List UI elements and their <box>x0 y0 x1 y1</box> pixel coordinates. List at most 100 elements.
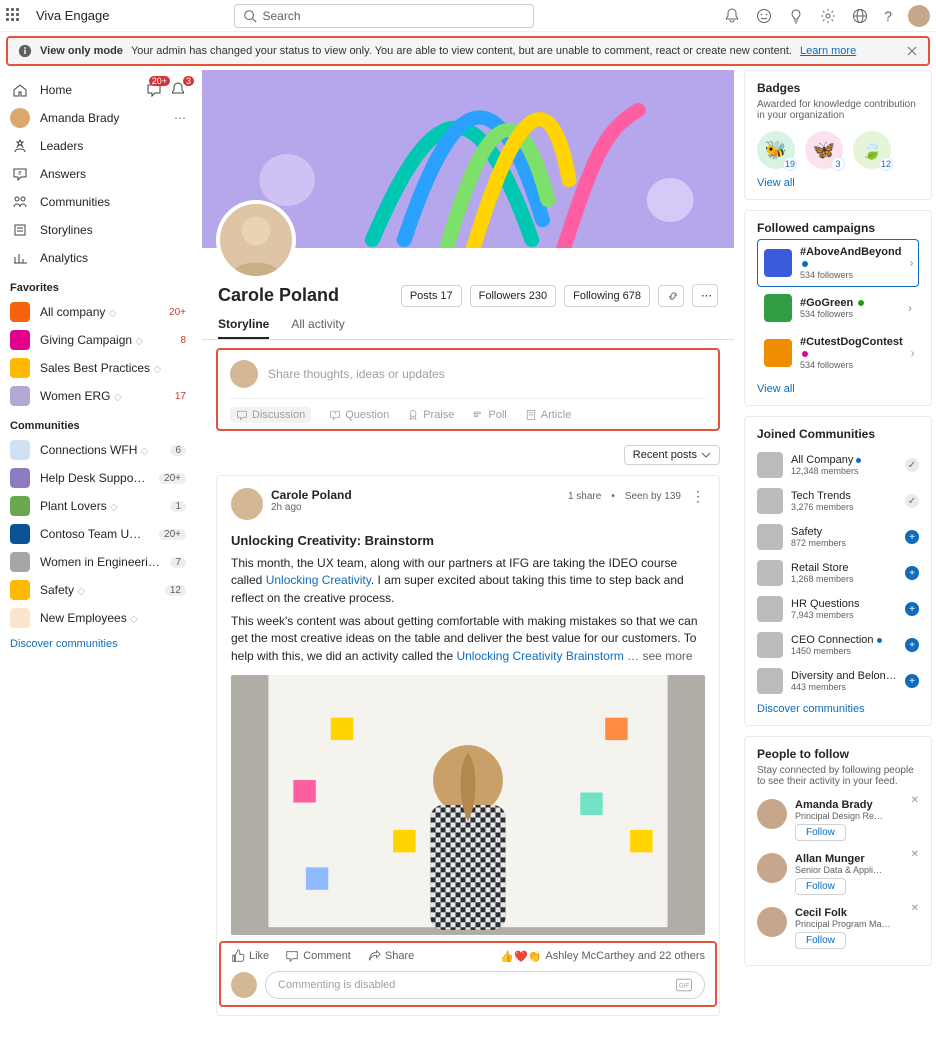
joined-community-item[interactable]: CEO Connection 1450 members+ <box>757 627 919 663</box>
banner-title: View only mode <box>40 45 123 57</box>
reaction-icons[interactable]: 👍❤️👏 <box>500 950 541 963</box>
notifications-icon[interactable]: 3 <box>170 82 186 98</box>
comment-avatar <box>231 972 257 998</box>
help-icon[interactable]: ? <box>884 8 892 24</box>
post-author[interactable]: Carole Poland <box>271 488 352 502</box>
joined-community-item[interactable]: Retail Store1,268 members+ <box>757 555 919 591</box>
campaign-item[interactable]: #GoGreen 534 followers› <box>757 287 919 329</box>
joined-community-item[interactable]: Tech Trends3,276 members✓ <box>757 483 919 519</box>
post-link-2[interactable]: Unlocking Creativity Brainstorm <box>456 649 623 663</box>
dismiss-person[interactable]: ✕ <box>911 903 919 914</box>
banner-text: Your admin has changed your status to vi… <box>131 45 792 57</box>
tab-storyline[interactable]: Storyline <box>218 317 269 339</box>
composer-type-discussion[interactable]: Discussion <box>230 407 311 423</box>
left-nav: Home 20+ 3 Amanda Brady ⋯ LeadersAnswers… <box>4 70 192 1020</box>
nav-storylines[interactable]: Storylines <box>4 216 192 244</box>
people-card: People to follow Stay connected by follo… <box>744 736 932 966</box>
bell-icon[interactable] <box>724 8 740 24</box>
user-avatar[interactable] <box>908 5 930 27</box>
discover-communities-link[interactable]: Discover communities <box>4 632 124 656</box>
app-title: Viva Engage <box>36 8 110 23</box>
post-link-1[interactable]: Unlocking Creativity <box>266 573 371 587</box>
sidebar-item[interactable]: Women ERG ◇17 <box>4 382 192 410</box>
campaign-item[interactable]: #CutestDogContest 534 followers› <box>757 329 919 377</box>
reactors-text[interactable]: Ashley McCarthey and 22 others <box>545 950 705 962</box>
gif-icon: GIF <box>676 978 692 992</box>
joined-discover[interactable]: Discover communities <box>757 703 865 715</box>
search-input[interactable]: Search <box>234 4 534 28</box>
inbox-icon[interactable]: 20+ <box>146 82 162 98</box>
sidebar-item[interactable]: Sales Best Practices ◇ <box>4 354 192 382</box>
sort-button[interactable]: Recent posts <box>624 445 720 465</box>
campaigns-viewall[interactable]: View all <box>757 383 795 395</box>
like-button[interactable]: Like <box>231 949 269 963</box>
joined-community-item[interactable]: Diversity and Belonging 443 members+ <box>757 663 919 699</box>
composer-placeholder[interactable]: Share thoughts, ideas or updates <box>268 367 445 381</box>
svg-text:?: ? <box>334 412 337 418</box>
nav-communities[interactable]: Communities <box>4 188 192 216</box>
nav-home[interactable]: Home 20+ 3 <box>4 76 192 104</box>
dismiss-person[interactable]: ✕ <box>911 795 919 806</box>
sidebar-item[interactable]: Women in Engineering ◇7 <box>4 548 192 576</box>
posts-count[interactable]: Posts 17 <box>401 285 462 307</box>
nav-user[interactable]: Amanda Brady ⋯ <box>4 104 192 132</box>
badges-sub: Awarded for knowledge contribution in yo… <box>757 99 919 121</box>
see-more[interactable]: … see more <box>624 649 693 663</box>
communities-header: Communities <box>4 410 192 436</box>
joined-community-item[interactable]: All Company 12,348 members✓ <box>757 447 919 483</box>
sidebar-item[interactable]: Help Desk Support ◇20+ <box>4 464 192 492</box>
right-rail: Badges Awarded for knowledge contributio… <box>744 70 932 1020</box>
badges-viewall[interactable]: View all <box>757 177 795 189</box>
follow-button[interactable]: Follow <box>795 932 846 949</box>
follow-button[interactable]: Follow <box>795 878 846 895</box>
profile-avatar[interactable] <box>216 200 296 280</box>
composer-type-article[interactable]: Article <box>525 407 572 423</box>
more-icon[interactable]: ⋯ <box>174 111 186 125</box>
joined-community-item[interactable]: Safety872 members+ <box>757 519 919 555</box>
emoji-icon[interactable] <box>756 8 772 24</box>
badge-3[interactable]: 🍃12 <box>853 131 891 169</box>
follow-button[interactable]: Follow <box>795 824 846 841</box>
composer-type-question[interactable]: ?Question <box>329 407 389 423</box>
settings-icon[interactable] <box>820 8 836 24</box>
composer-type-praise[interactable]: Praise <box>407 407 454 423</box>
sidebar-item[interactable]: Contoso Team UX (Desig… ◇20+ <box>4 520 192 548</box>
followers-count[interactable]: Followers 230 <box>470 285 556 307</box>
globe-icon[interactable] <box>852 8 868 24</box>
post-avatar[interactable] <box>231 488 263 520</box>
tab-all-activity[interactable]: All activity <box>291 317 344 339</box>
composer: Share thoughts, ideas or updates Discuss… <box>216 348 720 431</box>
badge-1[interactable]: 🐝19 <box>757 131 795 169</box>
people-sub: Stay connected by following people to se… <box>757 765 919 787</box>
app-launcher-icon[interactable] <box>6 8 22 24</box>
badge-2[interactable]: 🦋3 <box>805 131 843 169</box>
more-button[interactable]: ⋯ <box>692 284 718 307</box>
share-button[interactable]: Share <box>367 949 414 963</box>
comment-button[interactable]: Comment <box>285 949 351 963</box>
following-count[interactable]: Following 678 <box>564 285 650 307</box>
top-bar: Viva Engage Search ? <box>0 0 936 32</box>
person-to-follow: Amanda BradyPrincipal Design Re…Follow✕ <box>757 793 919 847</box>
sidebar-item[interactable]: Giving Campaign ◇8 <box>4 326 192 354</box>
campaign-item[interactable]: #AboveAndBeyond 534 followers› <box>757 239 919 287</box>
search-placeholder: Search <box>263 9 301 23</box>
learn-more-link[interactable]: Learn more <box>800 45 856 57</box>
sidebar-item[interactable]: Connections WFH ◇6 <box>4 436 192 464</box>
post-more-icon[interactable]: ⋮ <box>691 488 705 505</box>
nav-answers[interactable]: Answers <box>4 160 192 188</box>
banner-dismiss[interactable] <box>906 45 918 57</box>
sidebar-item[interactable]: All company ◇20+ <box>4 298 192 326</box>
sidebar-item[interactable]: New Employees ◇ <box>4 604 192 632</box>
link-button[interactable] <box>658 285 684 307</box>
nav-leaders[interactable]: Leaders <box>4 132 192 160</box>
nav-analytics[interactable]: Analytics <box>4 244 192 272</box>
dismiss-person[interactable]: ✕ <box>911 849 919 860</box>
composer-type-poll[interactable]: Poll <box>472 407 506 423</box>
idea-icon[interactable] <box>788 8 804 24</box>
joined-community-item[interactable]: HR Questions7,943 members+ <box>757 591 919 627</box>
sidebar-item[interactable]: Plant Lovers ◇1 <box>4 492 192 520</box>
post-image[interactable] <box>231 675 705 935</box>
post-title: Unlocking Creativity: Brainstorm <box>231 532 705 551</box>
badges-card: Badges Awarded for knowledge contributio… <box>744 70 932 200</box>
sidebar-item[interactable]: Safety ◇12 <box>4 576 192 604</box>
